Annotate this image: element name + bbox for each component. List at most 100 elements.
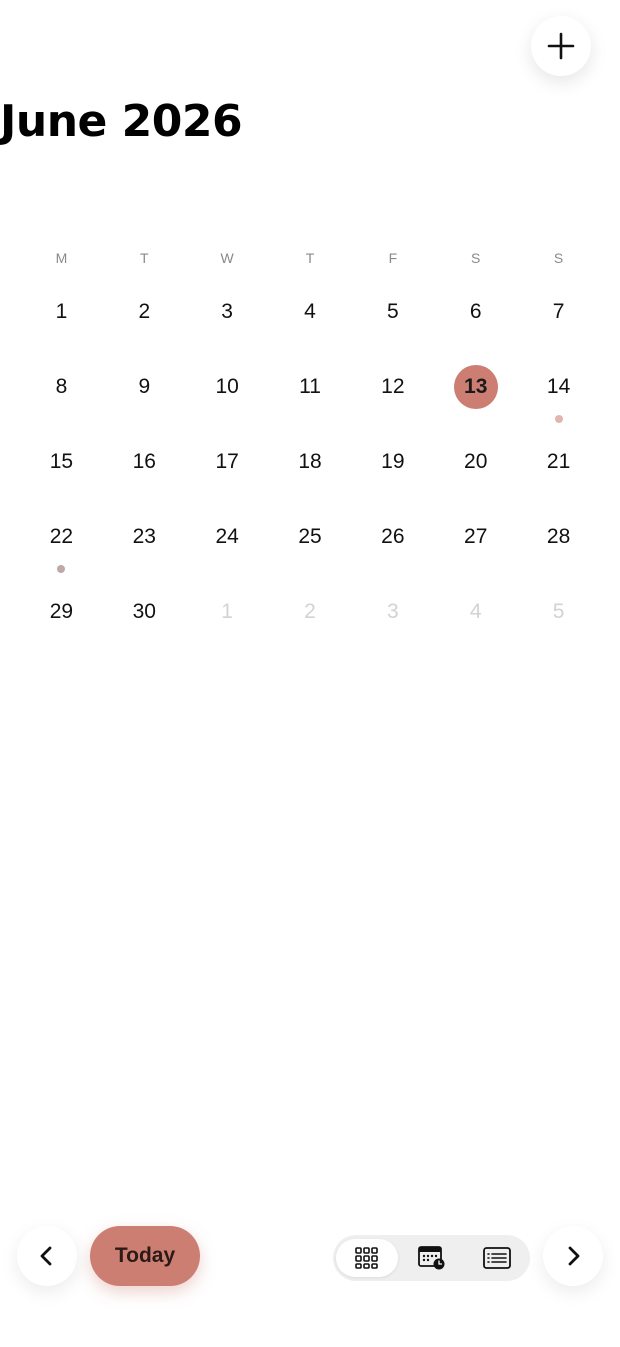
day-number: 13 (453, 365, 498, 409)
day-number: 9 (138, 375, 151, 398)
day-cell[interactable]: 2 (103, 290, 186, 365)
chevron-right-icon (568, 1246, 580, 1266)
month-grid: 1 2 3 4 5 6 7 8 9 10 11 12 13 14 15 16 17 18 19 20 21 22 23 24 2… (20, 290, 600, 665)
day-number: 5 (552, 600, 565, 623)
list-icon (483, 1247, 511, 1269)
day-number: 7 (552, 300, 565, 323)
day-number: 29 (49, 600, 74, 623)
day-cell[interactable]: 17 (186, 440, 269, 515)
day-cell[interactable]: 28 (517, 515, 600, 590)
today-button[interactable]: Today (90, 1226, 200, 1286)
day-cell[interactable]: 8 (20, 365, 103, 440)
day-number: 3 (221, 300, 233, 323)
week-calendar-icon (418, 1246, 445, 1270)
day-cell[interactable]: 1 (20, 290, 103, 365)
weekday-label: T (305, 250, 315, 266)
day-number: 20 (464, 450, 488, 473)
day-cell[interactable]: 25 (269, 515, 352, 590)
day-cell[interactable]: 27 (434, 515, 517, 590)
day-cell[interactable]: 24 (186, 515, 269, 590)
day-cell[interactable]: 22 (20, 515, 103, 590)
day-cell[interactable]: 9 (103, 365, 186, 440)
event-indicator-dot (554, 415, 563, 423)
day-cell[interactable]: 15 (20, 440, 103, 515)
day-cell[interactable]: 5 (351, 290, 434, 365)
week-row: 1 2 3 4 5 6 7 (20, 290, 600, 365)
day-cell-next-month[interactable]: 3 (351, 590, 434, 665)
day-number: 23 (132, 525, 156, 548)
day-number: 30 (132, 600, 156, 623)
chevron-left-icon (40, 1246, 52, 1266)
day-number: 24 (215, 525, 239, 548)
week-view-button[interactable] (401, 1239, 463, 1277)
weekday-label: F (388, 250, 398, 266)
day-number: 4 (469, 600, 482, 623)
day-cell-next-month[interactable]: 5 (517, 590, 600, 665)
day-number: 3 (387, 600, 399, 623)
day-cell-next-month[interactable]: 2 (269, 590, 352, 665)
day-number: 16 (132, 450, 156, 473)
day-number: 6 (469, 300, 482, 323)
day-number: 1 (221, 600, 233, 623)
day-number: 26 (381, 525, 405, 548)
day-cell[interactable]: 14 (517, 365, 600, 440)
day-number: 21 (546, 450, 571, 473)
day-cell[interactable]: 23 (103, 515, 186, 590)
day-cell[interactable]: 30 (103, 590, 186, 665)
day-cell[interactable]: 19 (351, 440, 434, 515)
day-number: 25 (298, 525, 322, 548)
month-grid-icon (355, 1247, 378, 1269)
day-number: 18 (298, 450, 322, 473)
day-cell[interactable]: 7 (517, 290, 600, 365)
event-indicator-dot (57, 565, 66, 573)
day-number: 17 (215, 450, 239, 473)
day-number: 14 (546, 375, 571, 398)
next-month-button[interactable] (543, 1226, 603, 1286)
week-row: 15 16 17 18 19 20 21 (20, 440, 600, 515)
day-number: 27 (464, 525, 488, 548)
day-cell[interactable]: 4 (269, 290, 352, 365)
day-number: 19 (381, 450, 405, 473)
bottom-toolbar: Today (0, 1226, 620, 1288)
day-cell[interactable]: 10 (186, 365, 269, 440)
previous-month-button[interactable] (17, 1226, 77, 1286)
weekday-label: S (471, 250, 481, 266)
month-title: June 2026 (0, 96, 243, 147)
day-number: 12 (381, 375, 405, 398)
day-cell[interactable]: 26 (351, 515, 434, 590)
day-cell[interactable]: 6 (434, 290, 517, 365)
view-switcher (333, 1235, 530, 1281)
day-cell[interactable]: 12 (351, 365, 434, 440)
day-cell-today[interactable]: 13 (434, 365, 517, 440)
month-view-button[interactable] (336, 1239, 398, 1277)
day-cell[interactable]: 20 (434, 440, 517, 515)
day-number: 5 (387, 300, 399, 323)
day-number: 11 (299, 375, 321, 398)
day-number: 22 (49, 525, 74, 548)
day-cell-next-month[interactable]: 4 (434, 590, 517, 665)
add-event-button[interactable] (531, 16, 591, 76)
day-number: 15 (49, 450, 74, 473)
week-row: 8 9 10 11 12 13 14 (20, 365, 600, 440)
weekday-label: W (220, 250, 234, 266)
day-number: 28 (546, 525, 571, 548)
weekday-label: M (55, 250, 68, 266)
day-cell[interactable]: 16 (103, 440, 186, 515)
day-number: 1 (55, 300, 68, 323)
day-cell[interactable]: 11 (269, 365, 352, 440)
day-cell-next-month[interactable]: 1 (186, 590, 269, 665)
day-cell[interactable]: 3 (186, 290, 269, 365)
list-view-button[interactable] (466, 1239, 528, 1277)
week-row: 22 23 24 25 26 27 28 (20, 515, 600, 590)
weekday-label: T (140, 250, 149, 266)
day-cell[interactable]: 21 (517, 440, 600, 515)
plus-icon (547, 32, 575, 60)
day-cell[interactable]: 29 (20, 590, 103, 665)
day-number: 10 (215, 375, 239, 398)
day-number: 2 (304, 600, 316, 623)
week-row: 29 30 1 2 3 4 5 (20, 590, 600, 665)
day-number: 4 (304, 300, 316, 323)
day-number: 8 (55, 375, 68, 398)
day-cell[interactable]: 18 (269, 440, 352, 515)
weekday-label: S (553, 250, 564, 266)
